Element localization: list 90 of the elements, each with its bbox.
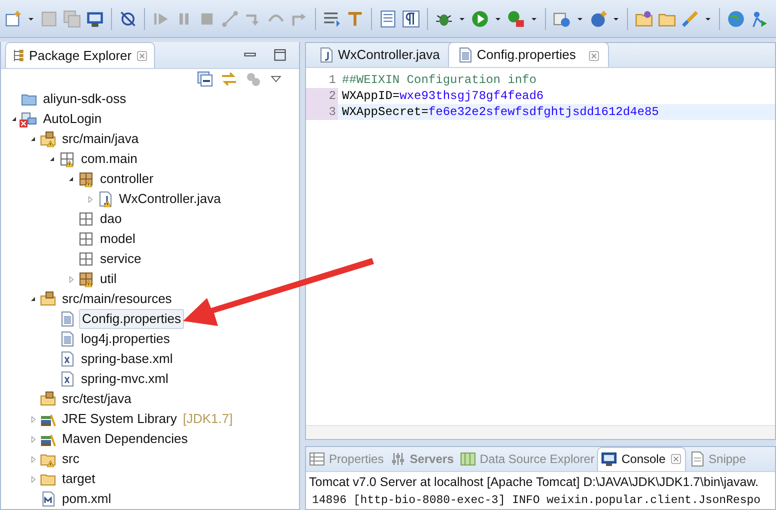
tree-item[interactable]: controller <box>98 170 156 188</box>
tree-item[interactable]: util <box>98 270 119 288</box>
code-line: WXAppID=wxe93thsgj78gf4fead6 <box>341 88 545 104</box>
editor-tab[interactable]: WxController.java <box>310 42 448 67</box>
package-icon <box>12 49 25 62</box>
close-icon[interactable] <box>588 50 600 62</box>
tree-item[interactable]: JRE System Library <box>60 410 179 428</box>
text-file-icon <box>59 331 75 347</box>
tree-item[interactable]: src/main/java <box>60 130 141 148</box>
document-icon[interactable] <box>379 10 397 28</box>
package-icon <box>78 271 94 287</box>
tree-item[interactable]: spring-mvc.xml <box>79 370 170 388</box>
line-number: 3 <box>306 104 338 120</box>
skip-breakpoints-icon[interactable] <box>119 10 137 28</box>
tree-item[interactable]: com.main <box>79 150 140 168</box>
expanded-triangle-icon[interactable] <box>29 135 37 143</box>
globe-icon[interactable] <box>727 10 745 28</box>
editor-tab[interactable]: Config.properties <box>448 42 609 67</box>
code-line: ##WEIXIN Configuration info <box>341 72 538 88</box>
expanded-triangle-icon[interactable] <box>10 115 18 123</box>
close-icon[interactable] <box>136 50 148 62</box>
collapsed-triangle-icon[interactable] <box>66 274 76 284</box>
package-icon <box>78 211 94 227</box>
java-file-icon <box>97 191 113 207</box>
console-line: 14896 [http-bio-8080-exec-3] INFO weixin.popular.client.JsonRespo <box>311 492 762 509</box>
tree-item[interactable]: log4j.properties <box>79 330 172 348</box>
expanded-triangle-icon[interactable] <box>67 175 75 183</box>
tree-item[interactable]: src/test/java <box>60 390 134 408</box>
tree-item[interactable]: src <box>60 450 82 468</box>
collapsed-triangle-icon[interactable] <box>86 194 94 204</box>
collapsed-triangle-icon[interactable] <box>28 414 38 424</box>
package-icon <box>78 171 94 187</box>
tree-item[interactable]: WxController.java <box>117 190 223 208</box>
document-icon <box>688 450 705 467</box>
expanded-triangle-icon[interactable] <box>29 295 37 303</box>
sliders-icon <box>390 450 406 467</box>
folder-icon[interactable] <box>635 10 653 28</box>
maven-file-icon <box>40 491 56 507</box>
map-icon <box>460 450 476 467</box>
xml-file-icon <box>59 371 75 387</box>
package-folder-icon <box>40 131 56 147</box>
monitor-icon <box>601 451 618 468</box>
console-header: Tomcat v7.0 Server at localhost [Apache Tomcat] D:\JAVA\JDK\JDK1.7\bin\javaw. <box>308 474 760 491</box>
line-number: 2 <box>306 88 338 104</box>
tree-item[interactable]: dao <box>98 210 124 228</box>
expanded-triangle-icon[interactable] <box>48 155 56 163</box>
tree-item[interactable]: spring-base.xml <box>79 350 175 368</box>
list-icon[interactable] <box>323 10 341 28</box>
text-file-icon <box>456 47 473 63</box>
run-tool-icon[interactable] <box>507 10 525 28</box>
tree-item[interactable]: target <box>60 470 98 488</box>
collapsed-triangle-icon[interactable] <box>28 434 38 444</box>
link-arrows-icon[interactable] <box>221 71 237 87</box>
package-icon <box>78 251 94 267</box>
close-icon[interactable] <box>670 453 682 466</box>
tab-label: Package Explorer <box>29 46 132 65</box>
table-icon <box>309 450 325 467</box>
text-file-icon <box>59 311 75 327</box>
collapsed-triangle-icon[interactable] <box>28 454 38 464</box>
tree-item[interactable]: src/main/resources <box>60 290 174 308</box>
person-run-icon[interactable] <box>750 10 768 28</box>
horizontal-scrollbar[interactable] <box>306 425 775 439</box>
play-icon[interactable] <box>471 10 489 28</box>
collapsed-triangle-icon[interactable] <box>28 474 38 484</box>
xml-file-icon <box>59 351 75 367</box>
library-version: [JDK1.7] <box>182 410 233 428</box>
project-icon <box>21 111 37 127</box>
panel-tab[interactable]: Console <box>597 447 686 471</box>
tree-item[interactable]: Maven Dependencies <box>60 430 190 448</box>
package-icon <box>78 231 94 247</box>
tree-item[interactable]: AutoLogin <box>41 110 104 128</box>
brush-icon[interactable] <box>681 10 699 28</box>
text-tool-icon[interactable] <box>346 10 364 28</box>
new-icon[interactable] <box>4 10 22 28</box>
package-explorer-tab[interactable]: Package Explorer <box>5 42 155 68</box>
tree-item[interactable]: model <box>98 230 138 248</box>
pilcrow-icon[interactable] <box>402 10 420 28</box>
package-folder-icon <box>40 391 56 407</box>
package-folder-icon <box>40 291 56 307</box>
package-icon <box>59 151 75 167</box>
tree-item[interactable]: pom.xml <box>60 490 114 508</box>
collapse-all-icon[interactable] <box>197 71 213 87</box>
maximize-icon[interactable] <box>273 48 287 62</box>
tree-item[interactable]: Config.properties <box>79 309 184 329</box>
tree-item[interactable]: service <box>98 250 144 268</box>
new-class-icon[interactable] <box>589 10 607 28</box>
java-file-icon <box>318 46 334 62</box>
line-number: 1 <box>328 72 337 88</box>
monitor-icon[interactable] <box>86 10 104 28</box>
tree-item[interactable]: aliyun-sdk-oss <box>41 90 128 108</box>
